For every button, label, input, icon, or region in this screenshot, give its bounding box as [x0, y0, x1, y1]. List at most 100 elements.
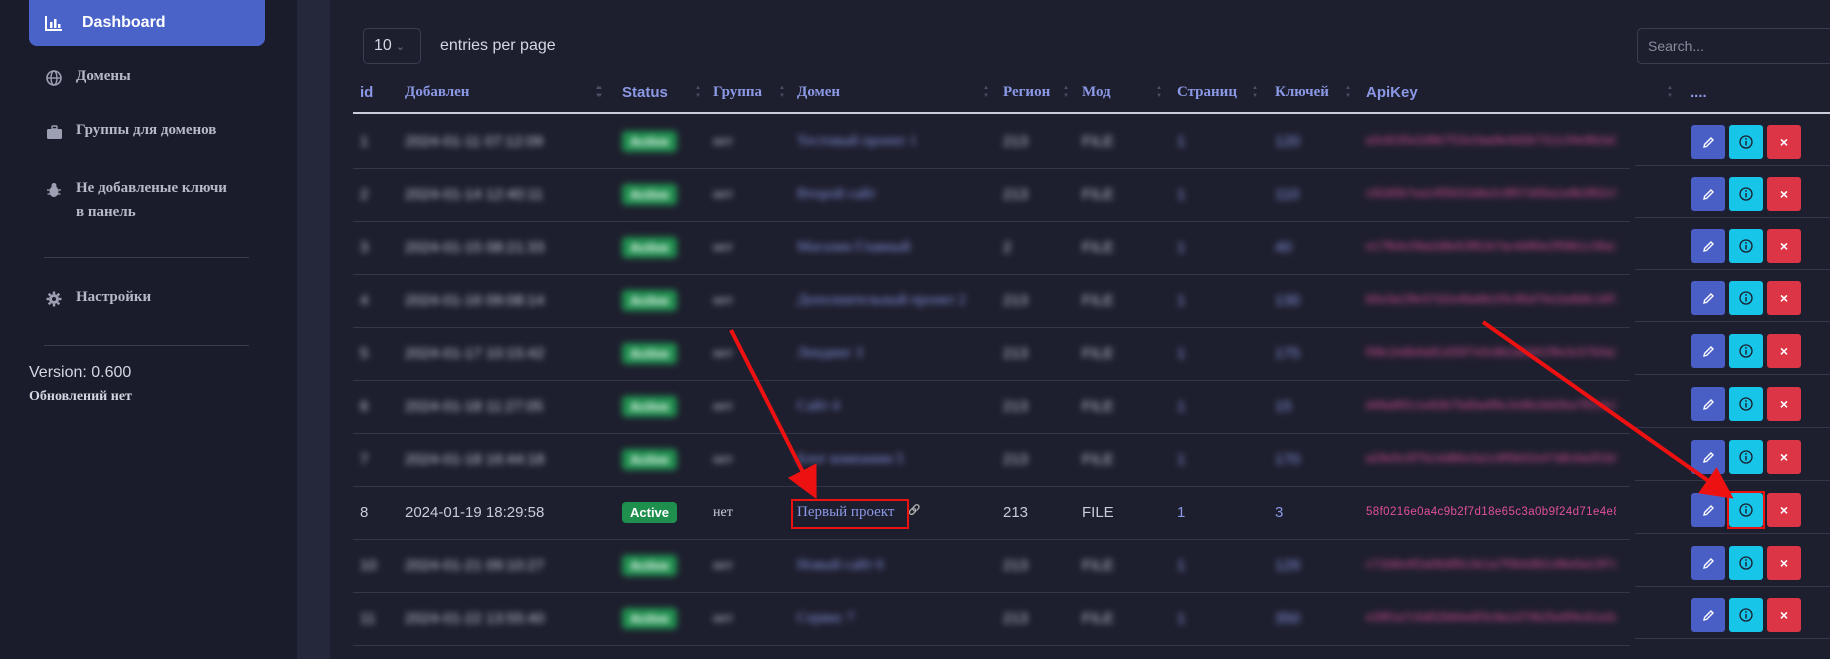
cell-pages-link[interactable]: 1	[1177, 186, 1185, 203]
cell-id: 3	[360, 239, 369, 256]
info-button[interactable]	[1729, 334, 1763, 368]
info-button[interactable]	[1729, 281, 1763, 315]
sort-icon[interactable]: ▲ ▼	[1667, 84, 1673, 100]
sort-icon[interactable]: ▲ ▼	[779, 84, 785, 100]
cell-apikey: e39f1a7c5d02b84e6f3c9a1d70b25e8f4c61a3d9…	[1366, 612, 1616, 624]
edit-button[interactable]	[1691, 493, 1725, 527]
column-header-actions: ....	[1690, 84, 1707, 101]
status-badge: Active	[622, 237, 678, 258]
cell-pages-link[interactable]: 1	[1177, 557, 1185, 574]
info-button[interactable]	[1729, 387, 1763, 421]
cell-domain-link[interactable]: Второй сайт	[797, 186, 876, 203]
info-button[interactable]	[1729, 177, 1763, 211]
cell-keys-link[interactable]: 175	[1275, 345, 1300, 362]
cell-region: 213	[1003, 345, 1029, 362]
sort-icon[interactable]: ▲ ▼	[1063, 84, 1069, 100]
cell-keys-link[interactable]: 170	[1275, 451, 1300, 468]
edit-button[interactable]	[1691, 387, 1725, 421]
cell-added: 2024-01-14 12:40:11	[405, 186, 544, 203]
delete-button[interactable]: ×	[1767, 598, 1801, 632]
info-button[interactable]	[1729, 598, 1763, 632]
sort-icon[interactable]: ▲ ▼	[695, 84, 701, 100]
sort-icon[interactable]: ▲ ▼	[1156, 84, 1162, 100]
column-header-pages[interactable]: Страниц	[1177, 84, 1237, 101]
column-header-mod[interactable]: Мод	[1082, 84, 1111, 101]
sort-icon[interactable]: ▲ ▼	[983, 84, 989, 100]
info-button[interactable]	[1729, 440, 1763, 474]
row-divider	[1635, 533, 1830, 534]
row-divider	[1635, 165, 1830, 166]
cell-domain-link[interactable]: Магазин Главный	[797, 239, 910, 256]
delete-button[interactable]: ×	[1767, 334, 1801, 368]
edit-button[interactable]	[1691, 546, 1725, 580]
edit-button[interactable]	[1691, 177, 1725, 211]
cell-keys-link[interactable]: 129	[1275, 557, 1300, 574]
cell-pages-link[interactable]: 1	[1177, 398, 1185, 415]
sort-icon[interactable]: ▲ ▼	[597, 84, 603, 100]
cell-pages-link[interactable]: 1	[1177, 451, 1185, 468]
cell-keys-link[interactable]: 3	[1275, 504, 1283, 521]
edit-button[interactable]	[1691, 125, 1725, 159]
cell-keys-link[interactable]: 15	[1275, 398, 1292, 415]
sidebar-item-domain-groups[interactable]: Группы для доменов	[29, 122, 265, 142]
cell-domain-link[interactable]: Тестовый проект 1	[797, 133, 917, 150]
edit-button[interactable]	[1691, 598, 1725, 632]
cell-mod: FILE	[1082, 133, 1114, 150]
delete-button[interactable]: ×	[1767, 125, 1801, 159]
info-icon	[1739, 344, 1753, 358]
cell-pages-link[interactable]: 1	[1177, 133, 1185, 150]
external-link-icon[interactable]: 🔗	[908, 505, 920, 516]
edit-button[interactable]	[1691, 229, 1725, 263]
status-badge: Active	[622, 343, 678, 364]
sort-icon[interactable]: ▲ ▼	[1345, 84, 1351, 100]
column-header-domain[interactable]: Домен	[797, 84, 840, 101]
sidebar-item-domains[interactable]: Домены	[29, 68, 265, 88]
cell-keys-link[interactable]: 130	[1275, 292, 1300, 309]
column-header-added[interactable]: Добавлен	[405, 84, 469, 101]
info-button[interactable]	[1729, 125, 1763, 159]
row-divider	[353, 221, 1630, 222]
search-input[interactable]	[1637, 28, 1830, 64]
cell-domain-link[interactable]: Дополнительный проект 2	[797, 292, 966, 309]
delete-button[interactable]: ×	[1767, 493, 1801, 527]
column-header-apikey[interactable]: ApiKey	[1366, 84, 1418, 101]
cell-domain-link[interactable]: Сайт 4	[797, 398, 840, 415]
cell-domain-link[interactable]: Новый сайт 6	[797, 557, 884, 574]
cell-keys-link[interactable]: 40	[1275, 239, 1292, 256]
cell-pages-link[interactable]: 1	[1177, 504, 1185, 521]
cell-pages-link[interactable]: 1	[1177, 610, 1185, 627]
cell-keys-link[interactable]: 120	[1275, 133, 1300, 150]
cell-pages-link[interactable]: 1	[1177, 292, 1185, 309]
cell-keys-link[interactable]: 110	[1275, 186, 1299, 203]
delete-button[interactable]: ×	[1767, 387, 1801, 421]
cell-keys-link[interactable]: 350	[1275, 610, 1300, 627]
sidebar-item-dashboard[interactable]: Dashboard	[29, 0, 265, 46]
delete-button[interactable]: ×	[1767, 229, 1801, 263]
sidebar-item-missing-keys[interactable]: Не добавленые ключи в панель	[29, 176, 265, 224]
cell-domain-link[interactable]: Лендинг 3	[797, 345, 863, 362]
cell-apikey: e17fb4c09a2d8e53f61b7ac4d90e2f58b1c36a7d…	[1366, 241, 1616, 253]
delete-button[interactable]: ×	[1767, 440, 1801, 474]
sort-icon[interactable]: ▲ ▼	[1252, 84, 1258, 100]
sidebar-item-settings[interactable]: Настройки	[29, 289, 265, 309]
cell-domain-link[interactable]: Блог компании 5	[797, 451, 904, 468]
delete-button[interactable]: ×	[1767, 177, 1801, 211]
column-header-region[interactable]: Регион	[1003, 84, 1050, 101]
info-button[interactable]	[1729, 546, 1763, 580]
edit-button[interactable]	[1691, 440, 1725, 474]
status-badge: Active	[622, 290, 678, 311]
delete-button[interactable]: ×	[1767, 546, 1801, 580]
column-header-status[interactable]: Status	[622, 84, 668, 101]
cell-pages-link[interactable]: 1	[1177, 345, 1185, 362]
column-header-id[interactable]: id	[360, 84, 373, 101]
column-header-group[interactable]: Группа	[713, 84, 762, 101]
cell-pages-link[interactable]: 1	[1177, 239, 1185, 256]
per-page-select[interactable]: 10 ⌄	[363, 28, 421, 64]
edit-button[interactable]	[1691, 334, 1725, 368]
edit-button[interactable]	[1691, 281, 1725, 315]
delete-button[interactable]: ×	[1767, 281, 1801, 315]
info-button[interactable]	[1729, 229, 1763, 263]
cell-domain-link[interactable]: Сервис 7	[797, 610, 854, 627]
column-header-keys[interactable]: Ключей	[1275, 84, 1329, 101]
cell-mod: FILE	[1082, 292, 1114, 309]
